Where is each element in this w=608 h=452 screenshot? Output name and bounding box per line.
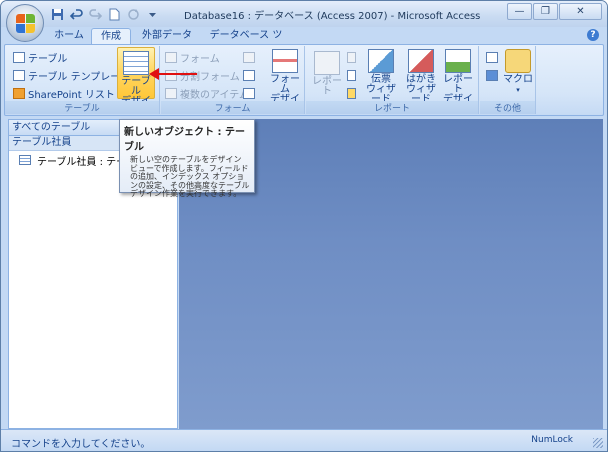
macro-scroll-icon xyxy=(505,49,531,73)
super-tooltip: 新しいオブジェクト : テーブル 新しい空のテーブルをデザイン ビューで作成しま… xyxy=(119,119,255,198)
macro-button[interactable]: マクロ ▾ xyxy=(502,49,534,95)
window-controls: — ❐ ✕ xyxy=(507,3,602,20)
form-icon xyxy=(165,51,177,63)
report-small-button-1[interactable] xyxy=(347,49,356,65)
report-small-icon xyxy=(347,51,356,63)
tab-database-tools[interactable]: データベース ツール xyxy=(206,28,286,56)
query-design-button[interactable] xyxy=(486,67,498,83)
report-design-icon xyxy=(445,49,471,73)
table-icon xyxy=(19,155,31,165)
customize-icon[interactable] xyxy=(144,7,160,22)
report-small-button-2[interactable] xyxy=(347,67,356,83)
numlock-indicator: NumLock xyxy=(531,435,573,445)
ribbon-tabs: ホーム 作成 外部データ データベース ツール ? xyxy=(1,27,607,56)
query-wizard-button[interactable] xyxy=(486,49,498,65)
more-forms-icon xyxy=(243,87,255,99)
table-button[interactable]: テーブル xyxy=(13,49,67,65)
postcard-wizard-icon xyxy=(408,49,434,73)
restore-button[interactable]: ❐ xyxy=(533,3,558,20)
help-icon[interactable]: ? xyxy=(587,29,599,41)
blank-report-icon xyxy=(347,69,356,81)
ribbon: テーブル テーブル テンプレート ▾ SharePoint リスト ▾ テーブル… xyxy=(4,44,604,117)
sharepoint-icon xyxy=(13,87,25,99)
multiple-items-icon xyxy=(165,87,177,99)
redo-icon[interactable] xyxy=(87,7,103,22)
tab-create[interactable]: 作成 xyxy=(91,28,131,44)
group-table: テーブル テーブル テンプレート ▾ SharePoint リスト ▾ テーブル… xyxy=(5,46,160,117)
report-icon xyxy=(314,51,340,75)
pivot-chart-button[interactable] xyxy=(243,49,255,65)
tooltip-body: 新しい空のテーブルをデザイン ビューで作成します。フィールドの追加、インデックス… xyxy=(130,155,250,198)
multiple-items-button[interactable]: 複数のアイテム xyxy=(165,85,249,101)
minimize-button[interactable]: — xyxy=(507,3,532,20)
tab-external-data[interactable]: 外部データ xyxy=(141,28,193,44)
close-button[interactable]: ✕ xyxy=(559,3,602,20)
window-title: Database16 : データベース (Access 2007) - Micr… xyxy=(184,11,481,22)
access-window: Database16 : データベース (Access 2007) - Micr… xyxy=(0,0,608,452)
undo-icon[interactable] xyxy=(68,7,84,22)
query-design-icon xyxy=(486,69,498,81)
save-icon[interactable] xyxy=(49,7,65,22)
group-label-other: その他 xyxy=(480,101,535,114)
status-text: コマンドを入力してください。 xyxy=(11,439,151,450)
title-bar: Database16 : データベース (Access 2007) - Micr… xyxy=(1,1,607,27)
office-button[interactable] xyxy=(6,4,44,42)
tooltip-title: 新しいオブジェクト : テーブル xyxy=(124,127,245,153)
form-button[interactable]: フォーム xyxy=(165,49,220,65)
status-bar: コマンドを入力してください。 NumLock xyxy=(1,429,607,451)
query-wizard-icon xyxy=(486,51,498,63)
table-design-icon xyxy=(123,51,149,75)
blank-form-icon xyxy=(243,69,255,81)
new-icon[interactable] xyxy=(106,7,122,22)
group-label-form: フォーム xyxy=(161,101,304,114)
annotation-arrow-icon xyxy=(149,68,197,80)
quick-access-toolbar xyxy=(49,6,160,22)
group-report: レポート 伝票 ウィザード はがき ウィザード レポート デザイ レポート xyxy=(306,46,479,115)
postcard-wizard-button[interactable]: はがき ウィザード xyxy=(402,49,440,105)
group-label-table: テーブル xyxy=(5,101,159,114)
report-wizard-button[interactable] xyxy=(347,85,356,101)
pivot-chart-icon xyxy=(243,51,255,63)
more-forms-button[interactable] xyxy=(243,85,255,101)
office-logo-icon xyxy=(16,14,36,34)
labels-wizard-button[interactable]: 伝票 ウィザード xyxy=(362,49,400,105)
sharepoint-list-button[interactable]: SharePoint リスト ▾ xyxy=(13,85,123,101)
report-wizard-icon xyxy=(347,87,356,99)
refresh-icon[interactable] xyxy=(125,7,141,22)
group-other: マクロ ▾ その他 xyxy=(480,46,536,114)
table-icon xyxy=(13,51,25,63)
blank-form-button[interactable] xyxy=(243,67,255,83)
labels-wizard-icon xyxy=(368,49,394,73)
form-design-icon xyxy=(272,49,298,73)
resize-grip-icon[interactable] xyxy=(593,438,603,448)
tab-home[interactable]: ホーム xyxy=(51,28,87,44)
report-button[interactable]: レポート xyxy=(311,51,343,97)
group-label-report: レポート xyxy=(306,101,478,114)
table-template-icon xyxy=(13,69,25,81)
